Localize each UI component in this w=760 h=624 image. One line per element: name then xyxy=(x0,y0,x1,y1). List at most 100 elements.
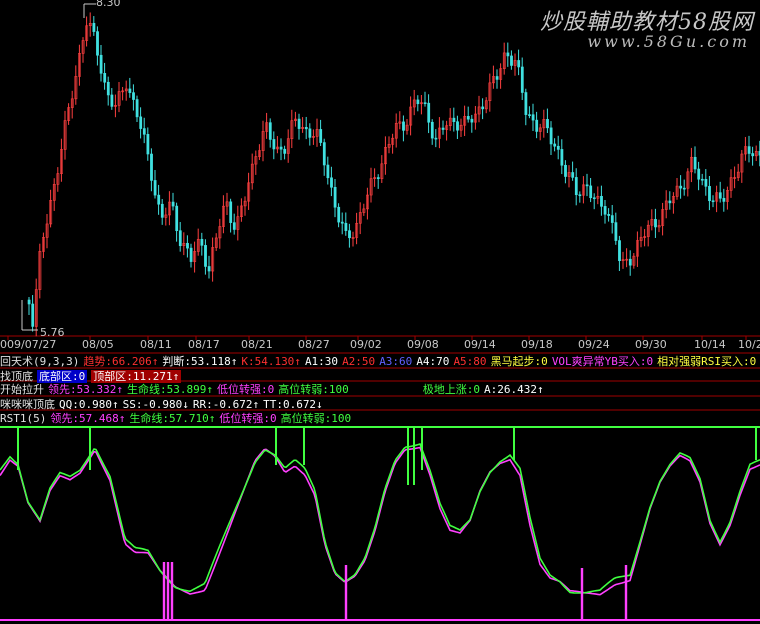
chart-canvas[interactable] xyxy=(0,0,760,624)
candle-body xyxy=(297,118,301,129)
candle-body xyxy=(207,266,211,272)
date-label-6: 09/02 xyxy=(350,338,382,351)
r4-value-1: QQ:0.980↑ xyxy=(59,398,119,411)
candle-body xyxy=(106,81,110,96)
candle-body xyxy=(466,116,470,120)
date-label-8: 09/14 xyxy=(464,338,496,351)
candle-body xyxy=(654,219,657,228)
candle-body xyxy=(186,242,189,249)
candle-body xyxy=(279,146,283,150)
candle-body xyxy=(322,142,326,166)
r1-value-7: A4:70 xyxy=(416,355,450,368)
candle-body xyxy=(747,146,751,154)
candle-body xyxy=(520,66,524,93)
candle-body xyxy=(434,137,438,140)
candle-body xyxy=(510,55,513,66)
date-label-2: 08/11 xyxy=(140,338,172,351)
r4-value-0: 咪咪咪顶底 xyxy=(0,398,55,411)
candle-body xyxy=(376,177,380,179)
candle-body xyxy=(135,99,139,118)
date-label-5: 08/27 xyxy=(298,338,330,351)
candle-body xyxy=(178,230,182,247)
candle-body xyxy=(589,185,593,199)
candle-body xyxy=(441,127,445,130)
candle-body xyxy=(718,192,722,199)
candle-body xyxy=(628,258,632,266)
candle-body xyxy=(139,116,143,129)
candle-body xyxy=(416,99,420,105)
stock-chart-window: 炒股輔助教材58股网 www.58Gu.com 8.30 5.76 009/07… xyxy=(0,0,760,624)
candle-body xyxy=(304,127,308,130)
r5-value-2: 生命线:57.710↑ xyxy=(129,412,216,425)
candle-body xyxy=(319,129,323,143)
date-label-4: 08/21 xyxy=(241,338,273,351)
r1-value-9: 黑马起步:0 xyxy=(490,355,548,368)
r3-value-1: 领先:53.332↑ xyxy=(48,383,123,396)
candle-body xyxy=(546,119,549,129)
r3-value-3: 低位转强:0 xyxy=(216,383,275,396)
candle-body xyxy=(99,54,103,74)
r5-value-1: 领先:57.468↑ xyxy=(50,412,126,425)
candle-body xyxy=(495,76,499,80)
candle-body xyxy=(96,31,99,56)
date-label-11: 09/30 xyxy=(635,338,667,351)
candle-body xyxy=(607,213,611,216)
candle-body xyxy=(430,121,434,139)
date-label-12: 10/14 xyxy=(694,338,726,351)
candle-body xyxy=(560,149,564,166)
candle-body xyxy=(751,153,755,157)
candle-body xyxy=(603,206,607,215)
candle-body xyxy=(722,197,726,202)
date-label-3: 08/17 xyxy=(188,338,220,351)
date-label-0: 009/07/27 xyxy=(0,338,57,351)
candle-body xyxy=(146,134,150,155)
candle-body xyxy=(592,197,596,200)
candle-body xyxy=(585,184,589,187)
candle-body xyxy=(132,92,135,100)
candle-body xyxy=(337,206,341,223)
candle-body xyxy=(693,156,697,170)
candle-body xyxy=(704,179,708,187)
candle-body xyxy=(200,238,204,246)
candle-body xyxy=(427,102,431,123)
candle-body xyxy=(571,172,575,178)
indicator-row-rst1[interactable]: RST1(5) 领先:57.468↑ 生命线:57.710↑ 低位转强:0 高位转弱:1… xyxy=(0,411,760,427)
candle-body xyxy=(308,128,312,138)
candle-body xyxy=(470,118,474,123)
r5-value-4: 高位转弱:100 xyxy=(280,412,352,425)
candle-body xyxy=(682,187,686,190)
candle-body xyxy=(160,203,164,218)
indicator-row-huitianshu[interactable]: 回天术(9,3,3) 趋势:66.206↑ 判断:53.118↑ K:54.130↑ A… xyxy=(0,354,760,370)
r5-value-0: RST1(5) xyxy=(0,412,47,425)
candle-body xyxy=(272,139,276,150)
candle-body xyxy=(348,230,351,239)
candle-body xyxy=(556,145,560,150)
candle-body xyxy=(229,201,233,223)
r1-value-10: VOL爽异常YB买入:0 xyxy=(551,355,654,368)
r3-value-6: A:26.432↑ xyxy=(483,383,544,396)
r1-value-4: A1:30 xyxy=(304,355,339,368)
candle-body xyxy=(330,177,333,188)
candle-body xyxy=(697,168,701,180)
candle-body xyxy=(103,73,107,83)
date-label-1: 08/05 xyxy=(82,338,114,351)
r1-value-6: A3:60 xyxy=(379,355,413,368)
candle-body xyxy=(524,92,528,115)
candle-body xyxy=(618,240,621,262)
r3-value-5: 极地上涨:0 xyxy=(422,383,480,396)
date-label-9: 09/18 xyxy=(521,338,553,351)
date-label-10: 09/24 xyxy=(578,338,610,351)
candle-body xyxy=(506,52,510,57)
candle-body xyxy=(31,303,35,327)
candle-body xyxy=(268,122,272,140)
candle-body xyxy=(668,200,672,204)
r1-value-5: A2:50 xyxy=(342,355,376,368)
candle-body xyxy=(92,23,96,32)
candle-body xyxy=(700,178,704,181)
indicator-row-kaishilasheng[interactable]: 开始拉升 领先:53.332↑ 生命线:53.899↑ 低位转强:0 高位转弱:100 极… xyxy=(0,382,760,398)
r3-value-2: 生命线:53.899↑ xyxy=(126,383,213,396)
candle-body xyxy=(423,102,427,104)
candle-body xyxy=(150,153,153,181)
r4-value-4: TT:0.672↓ xyxy=(263,398,323,411)
candle-body xyxy=(574,177,578,196)
